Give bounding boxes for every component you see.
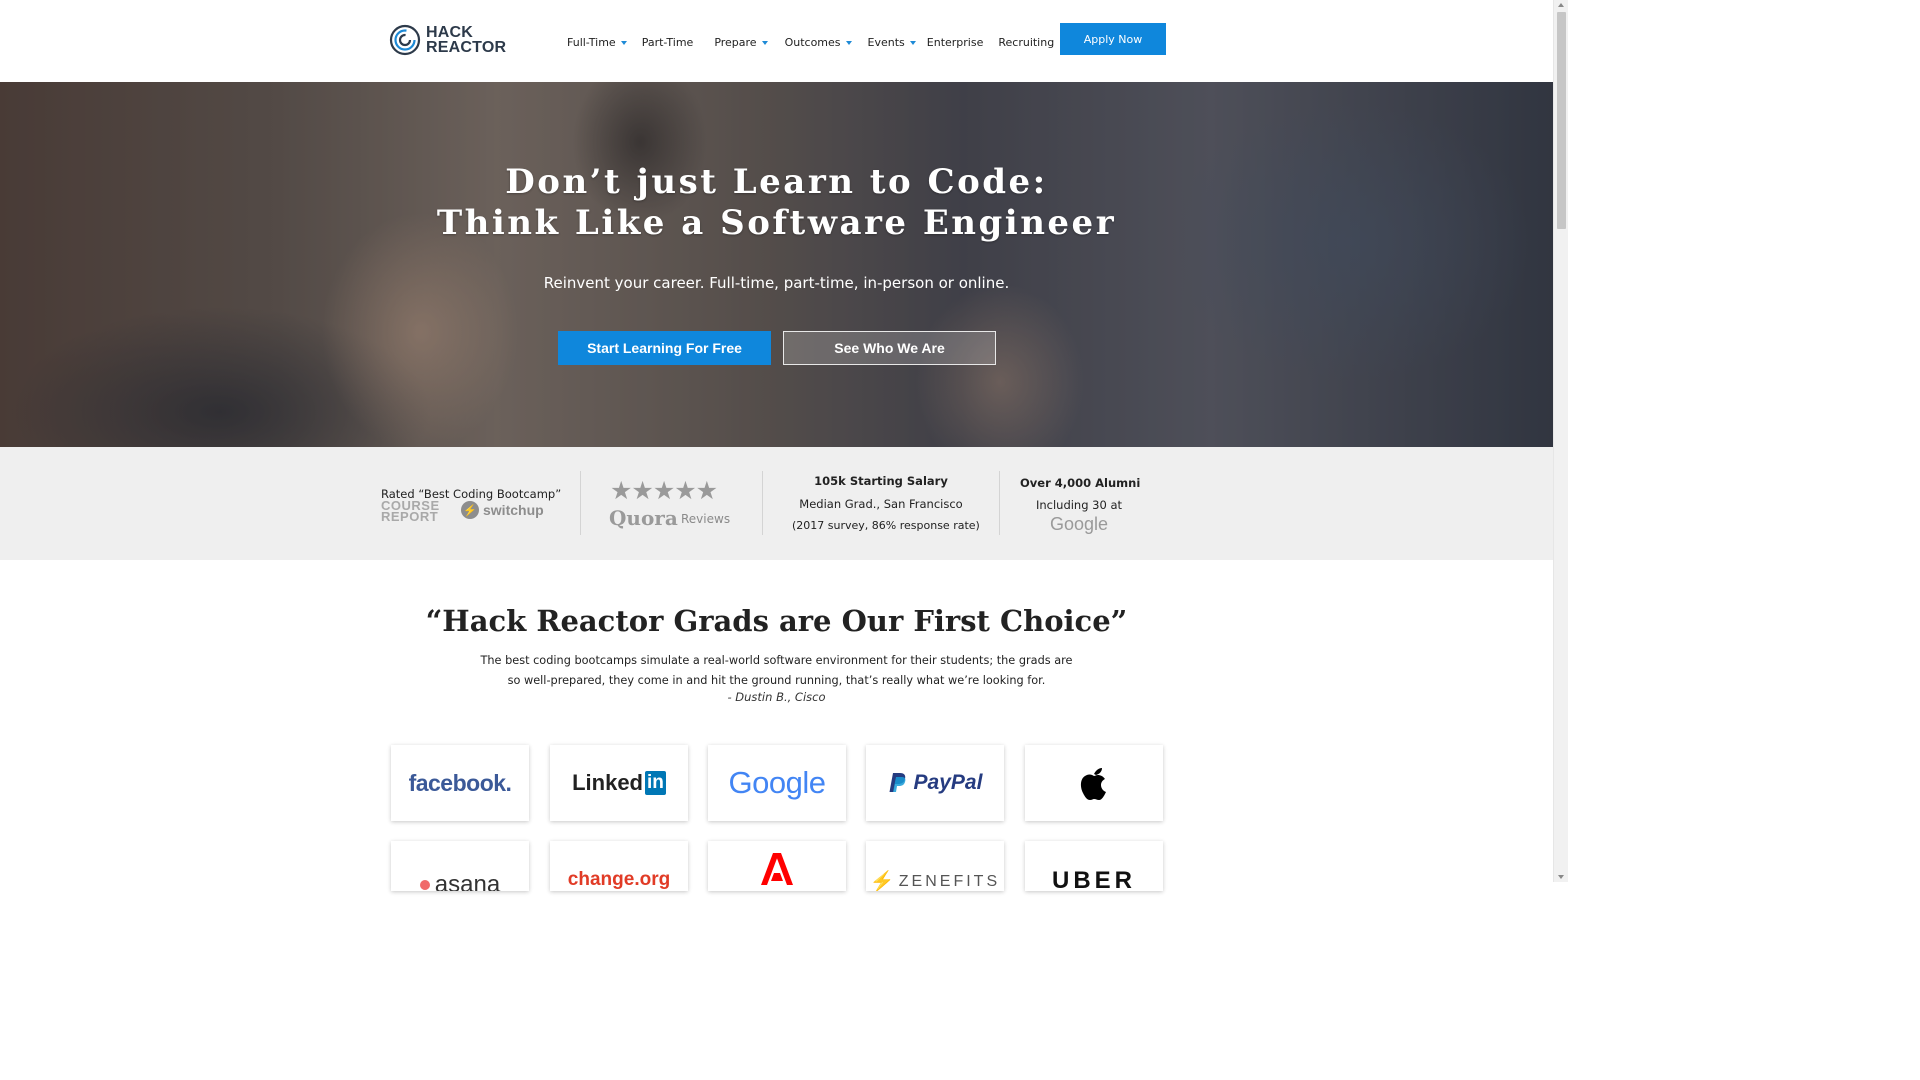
company-card-facebook: facebook. <box>391 745 529 821</box>
company-card-paypal: PayPal <box>866 745 1004 821</box>
asana-wordmark: asana <box>434 871 501 891</box>
testimonial-author: - Dustin B., Cisco <box>727 690 826 704</box>
nav-recruiting[interactable]: Recruiting <box>998 36 1054 49</box>
company-card-apple <box>1025 745 1163 821</box>
logo-line-2: REACTOR <box>426 39 507 56</box>
company-card-uber: UBER <box>1025 841 1163 891</box>
page-scrollbar[interactable] <box>1553 0 1568 882</box>
hero-title-line-2: Think Like a Software Engineer <box>436 203 1117 243</box>
asana-dots-icon <box>419 880 430 890</box>
hack-reactor-logo[interactable]: HACK REACTOR <box>389 22 509 58</box>
chevron-down-icon <box>909 41 916 45</box>
course-report-line-2: REPORT <box>381 509 439 524</box>
logo-wordmark: HACK REACTOR <box>426 24 507 56</box>
nav-recruiting-label: Recruiting <box>998 35 1055 49</box>
chevron-down-icon <box>620 41 627 45</box>
nav-enterprise[interactable]: Enterprise <box>927 36 984 49</box>
linkedin-logo: Linked in <box>572 770 666 796</box>
testimonial-heading: “Hack Reactor Grads are Our First Choice… <box>425 604 1128 638</box>
change-org-logo: change.org <box>567 869 671 890</box>
google-logo: Google <box>728 765 826 800</box>
switchup-logo: switchup <box>483 502 544 518</box>
zenefits-bolt-icon: ⚡ <box>869 871 895 891</box>
nav-prepare-label: Prepare <box>714 35 757 49</box>
company-card-change: change.org <box>550 841 688 891</box>
company-card-asana: asana <box>391 841 529 891</box>
asana-logo: asana <box>419 871 501 891</box>
hero-subtitle: Reinvent your career. Full-time, part-ti… <box>543 274 1010 292</box>
linkedin-in-badge: in <box>645 771 666 795</box>
salary-detail: Median Grad., San Francisco <box>799 497 963 511</box>
nav-enterprise-label: Enterprise <box>926 35 984 49</box>
salary-title: 105k Starting Salary <box>814 474 948 488</box>
nav-part-time-label: Part-Time <box>641 35 694 49</box>
nav-part-time[interactable]: Part-Time <box>642 36 694 49</box>
scrollbar-thumb[interactable] <box>1557 12 1566 229</box>
alumni-title: Over 4,000 Alumni <box>1020 476 1141 490</box>
stat-divider <box>762 471 763 535</box>
hero-title: Don’t just Learn to Code: Think Like a S… <box>0 162 1553 244</box>
hero-background-photo <box>0 82 1553 447</box>
zenefits-wordmark: ZENEFITS <box>898 872 1001 890</box>
nav-full-time[interactable]: Full-Time <box>567 36 627 49</box>
star-rating-icon: ★★★★★ <box>610 477 718 505</box>
stat-divider <box>999 471 1000 535</box>
paypal-icon <box>889 773 905 792</box>
paypal-logo: PayPal <box>888 771 983 795</box>
quora-reviews-label: Reviews <box>681 512 731 526</box>
main-nav: Full-Time Part-Time Prepare Outcomes Eve… <box>567 34 1054 50</box>
scroll-down-arrow-icon[interactable] <box>1558 875 1564 879</box>
stats-band: Rated “Best Coding Bootcamp” COURSE REPO… <box>0 447 1553 560</box>
hero-section: Don’t just Learn to Code: Think Like a S… <box>0 82 1553 447</box>
uber-logo: UBER <box>1051 867 1136 891</box>
nav-prepare[interactable]: Prepare <box>714 35 768 49</box>
hack-reactor-logo-icon <box>389 24 421 56</box>
hero-title-line-1: Don’t just Learn to Code: <box>505 162 1048 202</box>
company-card-linkedin: Linked in <box>550 745 688 821</box>
adobe-logo-icon <box>761 853 793 885</box>
company-card-google: Google <box>708 745 846 821</box>
nav-full-time-label: Full-Time <box>567 35 616 49</box>
start-learning-button[interactable]: Start Learning For Free <box>558 331 771 365</box>
see-who-we-are-button[interactable]: See Who We Are <box>783 331 996 365</box>
scroll-up-arrow-icon[interactable] <box>1558 3 1564 7</box>
company-card-adobe: adobe <box>708 841 846 891</box>
quora-logo: Quora <box>609 506 678 530</box>
nav-events-label: Events <box>867 35 905 49</box>
nav-outcomes-label: Outcomes <box>784 35 841 49</box>
paypal-wordmark: PayPal <box>913 771 983 794</box>
logo-line-1: HACK <box>426 24 474 41</box>
facebook-logo: facebook. <box>408 769 512 796</box>
course-report-logo: COURSE REPORT <box>381 499 440 524</box>
switchup-icon: ⚡ <box>461 501 479 519</box>
nav-events[interactable]: Events <box>868 36 916 49</box>
testimonial-body: The best coding bootcamps simulate a rea… <box>480 654 1073 687</box>
alumni-detail: Including 30 at <box>1035 498 1123 512</box>
site-header: HACK REACTOR Full-Time Part-Time Prepare… <box>0 0 1553 82</box>
apple-logo-icon <box>1080 768 1106 800</box>
nav-outcomes[interactable]: Outcomes <box>785 36 852 49</box>
google-logo-small: Google <box>1049 514 1109 534</box>
salary-survey-note: (2017 survey, 86% response rate) <box>792 519 980 532</box>
apply-now-button[interactable]: Apply Now <box>1060 23 1166 55</box>
company-card-zenefits: ⚡ ZENEFITS <box>866 841 1004 891</box>
zenefits-logo: ⚡ ZENEFITS <box>870 869 1000 891</box>
stat-divider <box>580 471 581 535</box>
chevron-down-icon <box>761 41 768 45</box>
chevron-down-icon <box>845 41 852 45</box>
linkedin-wordmark: Linked <box>572 770 643 795</box>
